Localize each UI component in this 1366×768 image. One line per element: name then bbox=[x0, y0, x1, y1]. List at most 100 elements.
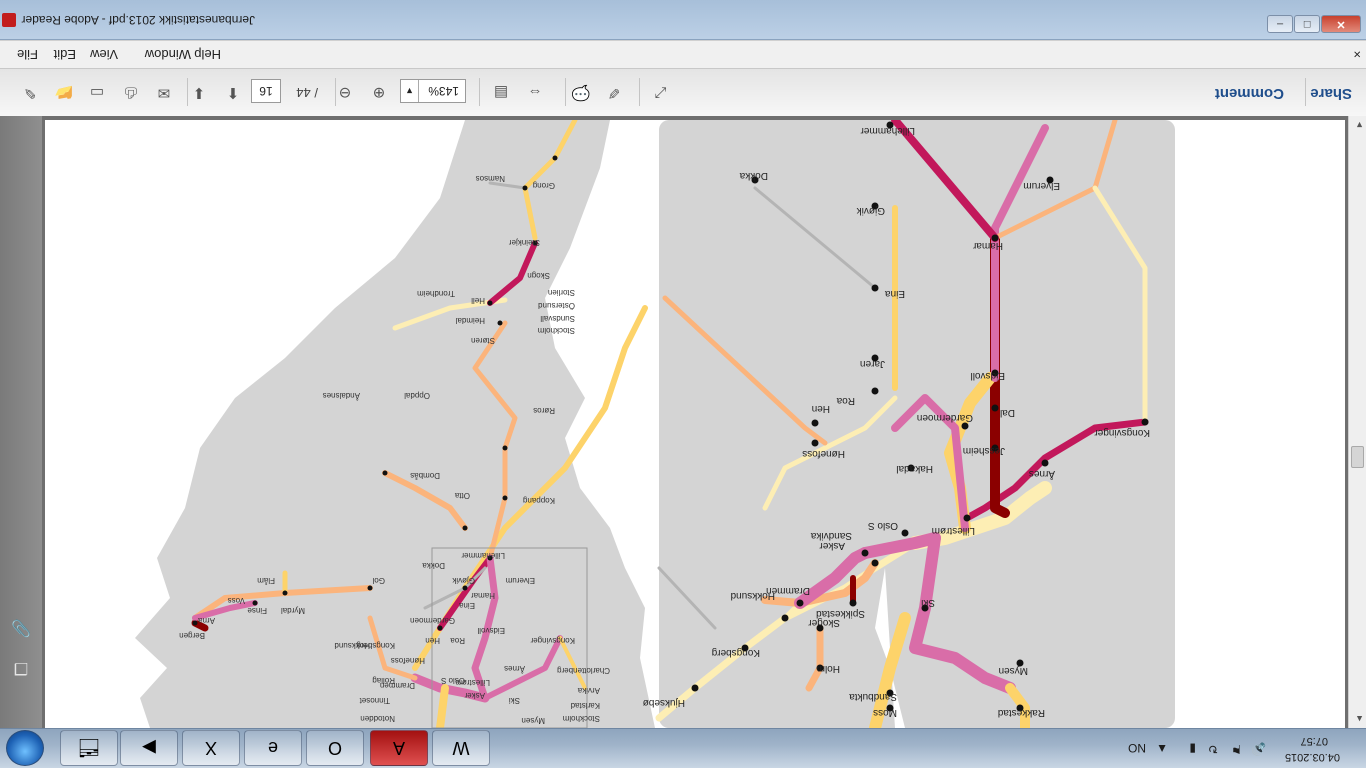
zoom-dropdown-icon[interactable]: ▼ bbox=[401, 80, 419, 102]
detail-station-label: Gardermoen bbox=[917, 412, 973, 423]
overview-label: Roa bbox=[450, 636, 465, 645]
overview-label: Bergen bbox=[179, 631, 205, 640]
page-down-icon[interactable]: ⬇ bbox=[187, 80, 211, 104]
fit-width-icon[interactable]: ⇔ bbox=[523, 80, 547, 104]
excel-icon[interactable]: X bbox=[182, 730, 240, 766]
detail-station-label: Jaren bbox=[860, 358, 885, 369]
tray-network-icon[interactable]: ▮ bbox=[1189, 742, 1196, 756]
detail-station-label: Mysen bbox=[999, 665, 1028, 676]
overview-label: Tinnoset bbox=[359, 696, 390, 705]
detail-station-label: Lillestrøm bbox=[932, 525, 975, 536]
overview-label: Hell bbox=[471, 296, 485, 305]
adobe-reader-icon[interactable]: A bbox=[370, 730, 428, 766]
zoom-out-icon[interactable]: ⊖ bbox=[333, 80, 357, 104]
overview-label: Karlstad bbox=[571, 701, 600, 710]
detail-station-label: Holm bbox=[817, 663, 840, 674]
overview-label: Namsos bbox=[476, 174, 505, 183]
page-number-input[interactable]: 16 bbox=[251, 79, 281, 103]
menu-help[interactable]: Help bbox=[194, 47, 221, 62]
detail-station-label: Sandbukta bbox=[849, 691, 897, 702]
overview-label: Grong bbox=[533, 181, 555, 190]
open-icon[interactable]: 📂 bbox=[52, 80, 76, 104]
overview-label: Årnes bbox=[504, 664, 525, 673]
overview-label: Hen bbox=[425, 636, 440, 645]
overview-label: Gardermoen bbox=[410, 616, 455, 625]
minimize-button[interactable]: – bbox=[1267, 15, 1293, 33]
save-icon[interactable]: ▭ bbox=[85, 80, 109, 104]
zoom-in-icon[interactable]: ⊕ bbox=[367, 80, 391, 104]
print-icon[interactable]: ⎙ bbox=[119, 80, 143, 104]
menu-file[interactable]: File bbox=[17, 47, 38, 62]
language-indicator[interactable]: NO bbox=[1128, 741, 1146, 755]
overview-label: Flåm bbox=[257, 576, 275, 585]
sticky-note-icon[interactable]: 💬 bbox=[569, 80, 593, 104]
menu-window[interactable]: Window bbox=[145, 47, 191, 62]
detail-station-label: Spikkestad bbox=[816, 608, 865, 619]
tray-volume-icon[interactable]: 🔊 bbox=[1251, 742, 1266, 756]
overview-label: Dokka bbox=[422, 561, 445, 570]
window-titlebar: Jernbanestatistikk 2013.pdf - Adobe Read… bbox=[0, 0, 1366, 40]
detail-station-label: Hakadal bbox=[896, 463, 933, 474]
scroll-up-icon[interactable]: ▲ bbox=[1355, 714, 1364, 724]
outlook-icon[interactable]: O bbox=[306, 730, 364, 766]
overview-label: Kongsvinger bbox=[530, 636, 575, 645]
overview-label: Steinkjer bbox=[509, 238, 540, 247]
maximize-button[interactable]: □ bbox=[1294, 15, 1320, 33]
detail-map bbox=[655, 120, 1175, 728]
media-player-icon[interactable]: ▶ bbox=[120, 730, 178, 766]
overview-label: Trondheim bbox=[417, 289, 455, 298]
close-document-icon[interactable]: × bbox=[1353, 47, 1361, 62]
adobe-reader-icon bbox=[2, 13, 16, 27]
overview-label: Koppang bbox=[523, 496, 555, 505]
attachments-icon[interactable]: 📎 bbox=[10, 616, 32, 638]
comment-button[interactable]: Comment bbox=[1215, 85, 1284, 102]
detail-station-label: Hjuksebø bbox=[643, 697, 685, 708]
email-icon[interactable]: ✉ bbox=[152, 80, 176, 104]
close-button[interactable]: ✕ bbox=[1321, 15, 1361, 33]
toolbar: ✎ 📂 ▭ ⎙ ✉ ⬇ ⬆ 16 / 44 ⊖ ⊕ 143% ▼ ▤ ⇔ 💬 ✐ … bbox=[0, 68, 1366, 116]
overview-label: Eidsvoll bbox=[477, 626, 505, 635]
taskbar: 🗂 ▶ X e O A W NO ▲ ▮ ↻ ⚑ 🔊 07:57 04.03.2… bbox=[0, 728, 1366, 768]
overview-label: Notodden bbox=[360, 714, 395, 723]
fit-page-icon[interactable]: ▤ bbox=[489, 80, 513, 104]
zoom-input[interactable]: 143% ▼ bbox=[400, 79, 466, 103]
start-button[interactable] bbox=[6, 730, 44, 766]
land-shape bbox=[135, 120, 655, 728]
tray-flag-icon[interactable]: ⚑ bbox=[1231, 742, 1242, 756]
browser-icon[interactable]: e bbox=[244, 730, 302, 766]
vertical-scrollbar[interactable]: ▲ ▼ bbox=[1348, 116, 1366, 728]
menu-view[interactable]: View bbox=[90, 47, 118, 62]
overview-label: Arvika bbox=[577, 686, 600, 695]
scroll-thumb[interactable] bbox=[1351, 446, 1364, 468]
overview-label: Lillehammer bbox=[461, 551, 505, 560]
clock-date[interactable]: 04.03.2015 bbox=[1285, 751, 1340, 763]
page-up-icon[interactable]: ⬆ bbox=[221, 80, 245, 104]
overview-label: Oppdal bbox=[404, 391, 430, 400]
overview-map bbox=[135, 120, 655, 728]
create-icon[interactable]: ✎ bbox=[18, 80, 42, 104]
clock-time[interactable]: 07:57 bbox=[1300, 735, 1328, 747]
overview-label: Mysen bbox=[521, 716, 545, 725]
word-icon[interactable]: W bbox=[432, 730, 490, 766]
overview-label: Gjøvik bbox=[451, 576, 475, 585]
detail-station-label: Dokka bbox=[739, 170, 768, 181]
zoom-value: 143% bbox=[428, 84, 459, 98]
tray-expand-icon[interactable]: ▲ bbox=[1156, 742, 1168, 756]
detail-station-label: Rakkestad bbox=[998, 707, 1045, 718]
menu-edit[interactable]: Edit bbox=[54, 47, 76, 62]
detail-station-label: Hamar bbox=[972, 240, 1003, 251]
scroll-down-icon[interactable]: ▼ bbox=[1355, 120, 1364, 130]
overview-label: Heimdal bbox=[455, 316, 485, 325]
pages-icon[interactable]: ❐ bbox=[10, 656, 32, 678]
share-button[interactable]: Share bbox=[1310, 85, 1352, 102]
detail-station-label: Lillehammer bbox=[860, 125, 915, 136]
detail-station-label: Hen bbox=[812, 403, 830, 414]
overview-label: Voss bbox=[228, 596, 245, 605]
pdf-page: Bergen Arna Voss Finse Myrdal Flåm Gol Notodden… bbox=[45, 120, 1345, 728]
overview-label: Myrdal bbox=[281, 606, 305, 615]
highlight-icon[interactable]: ✐ bbox=[602, 80, 626, 104]
fullscreen-icon[interactable]: ⤢ bbox=[649, 80, 673, 104]
line-ostfold bbox=[436, 684, 449, 728]
file-explorer-icon[interactable]: 🗂 bbox=[60, 730, 118, 766]
tray-sync-icon[interactable]: ↻ bbox=[1208, 742, 1218, 756]
